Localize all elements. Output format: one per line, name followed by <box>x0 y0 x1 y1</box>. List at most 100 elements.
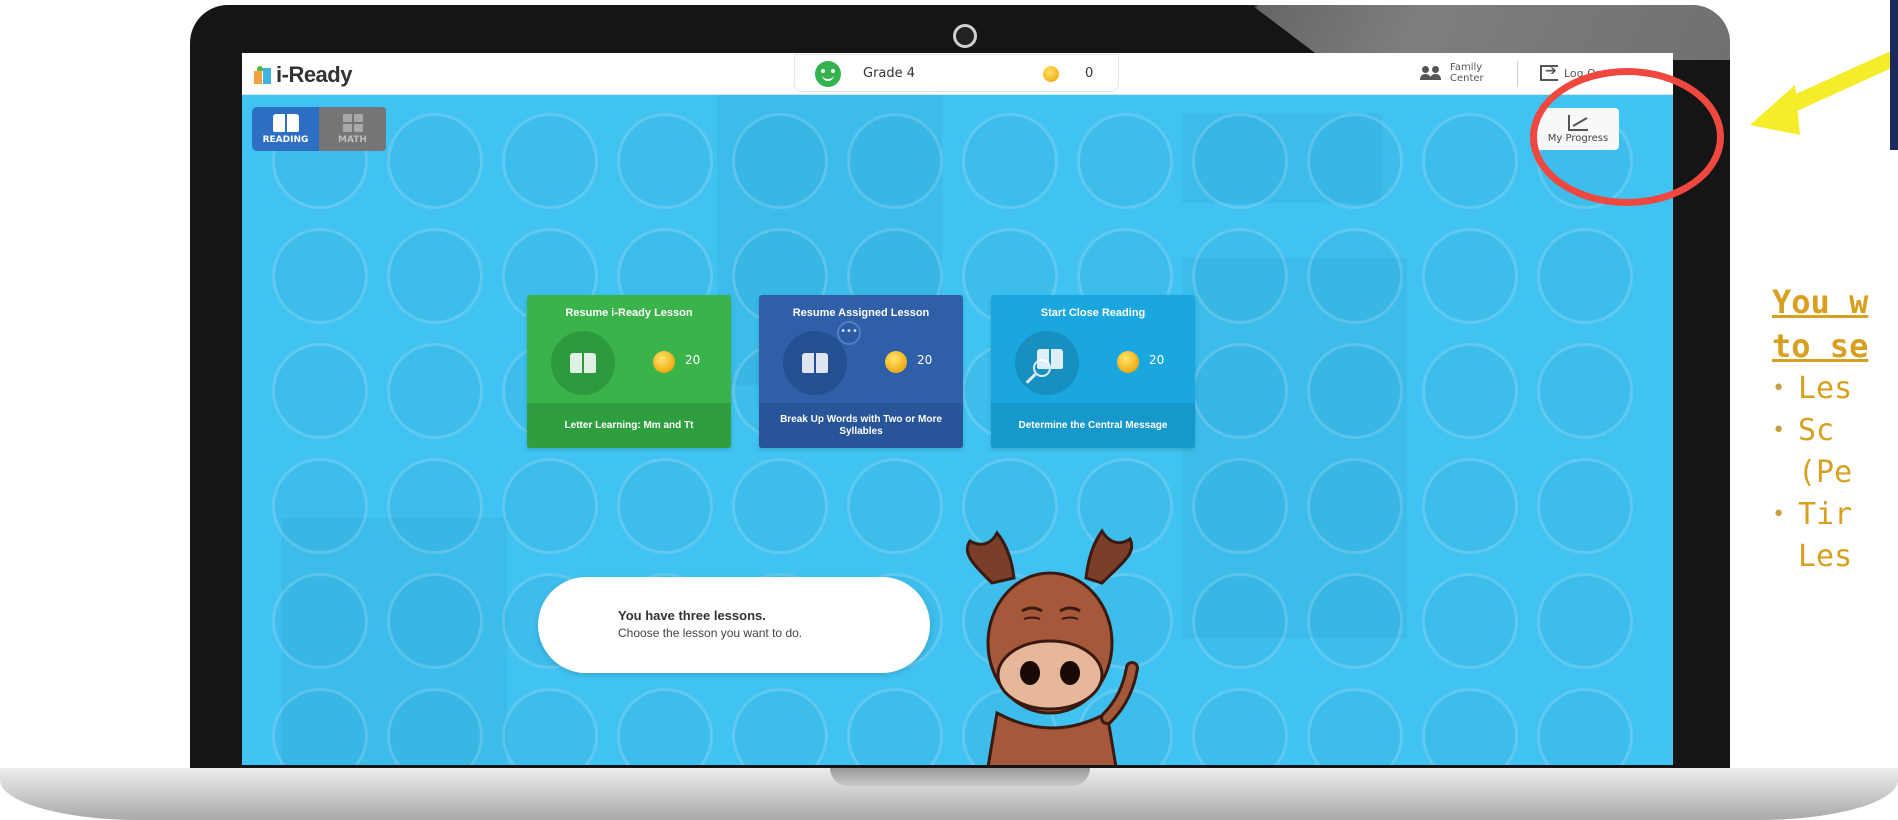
note-bullet: Sc (Pe <box>1772 410 1898 494</box>
grid-icon <box>342 113 363 132</box>
tab-reading-label: READING <box>262 134 309 145</box>
family-icon <box>1420 66 1444 80</box>
family-center-button[interactable]: Family Center <box>1420 62 1484 84</box>
iready-logo-icon <box>254 66 272 84</box>
lesson-card-title: Resume Assigned Lesson <box>792 307 930 319</box>
bg-circle <box>1192 458 1288 554</box>
bg-circle <box>387 113 483 209</box>
bg-circle <box>1192 688 1288 765</box>
bg-circle <box>502 113 598 209</box>
coin-icon <box>653 351 675 373</box>
laptop-notch <box>830 768 1090 786</box>
lesson-card-close-reading[interactable]: Start Close Reading 20 Determine the Cen… <box>991 295 1195 448</box>
bg-circle <box>847 458 943 554</box>
brand-name: i-Ready <box>276 62 352 87</box>
bg-circle <box>387 343 483 439</box>
bg-circle <box>1537 688 1633 765</box>
bg-circle <box>1537 458 1633 554</box>
family-center-label: Family Center <box>1450 62 1484 84</box>
note-title-line2: to se <box>1772 327 1869 365</box>
lesson-icon-circle: ••• <box>783 321 861 395</box>
lesson-reward: 20 <box>685 353 701 367</box>
subject-switch: READING MATH <box>252 107 387 151</box>
bg-circle <box>1537 573 1633 669</box>
note-bullet-text-cont: Les <box>1798 539 1853 574</box>
book-icon <box>272 113 299 132</box>
bg-circle <box>617 458 713 554</box>
lesson-card-iready[interactable]: Resume i-Ready Lesson 20 Letter Learning… <box>527 295 731 448</box>
bg-circle <box>1307 343 1403 439</box>
coin-icon <box>1117 351 1139 373</box>
coin-count: 0 <box>1085 66 1094 81</box>
camera-icon <box>953 24 977 48</box>
lesson-card-title: Start Close Reading <box>1040 307 1146 319</box>
bg-circle <box>617 113 713 209</box>
magnify-icon <box>1033 359 1051 377</box>
lesson-card-assigned[interactable]: Resume Assigned Lesson ••• 20 Break Up W… <box>759 295 963 448</box>
lesson-icon-circle <box>551 331 615 395</box>
bg-circle <box>1537 228 1633 324</box>
coin-icon <box>885 351 907 373</box>
bg-circle <box>732 458 828 554</box>
bg-circle <box>387 228 483 324</box>
bg-circle <box>272 573 368 669</box>
tab-reading[interactable]: READING <box>252 107 319 151</box>
bg-circle <box>1192 573 1288 669</box>
bg-circle <box>387 573 483 669</box>
grade-label: Grade 4 <box>863 66 916 81</box>
note-bullet-text-cont: (Pe <box>1798 455 1853 490</box>
note-bullet-text: Tir <box>1798 497 1853 532</box>
bg-circle <box>1422 688 1518 765</box>
lesson-reward: 20 <box>917 353 933 367</box>
bg-circle <box>1422 573 1518 669</box>
coin-icon <box>1043 66 1059 82</box>
bg-circle <box>272 458 368 554</box>
annotation-note: You w to se Les Sc (Pe Tir Les <box>1772 280 1898 578</box>
bg-circle <box>617 688 713 765</box>
laptop-lid: i-Ready Grade 4 0 Family Center ➔ Log Ou… <box>190 5 1730 775</box>
bg-circle <box>1307 458 1403 554</box>
note-bullet: Les <box>1772 368 1898 410</box>
bg-circle <box>387 458 483 554</box>
bg-circle <box>1422 458 1518 554</box>
bg-circle <box>847 688 943 765</box>
lid-glare <box>1251 5 1730 60</box>
top-bar: i-Ready Grade 4 0 Family Center ➔ Log Ou… <box>242 53 1673 95</box>
tab-math[interactable]: MATH <box>319 107 386 151</box>
speech-body: Choose the lesson you want to do. <box>618 626 803 640</box>
tab-math-label: MATH <box>338 134 367 145</box>
corner-accent <box>1890 0 1898 150</box>
bg-circle <box>502 688 598 765</box>
lesson-icon-circle <box>1015 331 1079 395</box>
bg-circle <box>1192 228 1288 324</box>
speech-title: You have three lessons. <box>618 608 766 623</box>
note-title-line1: You w <box>1772 283 1869 321</box>
slide: i-Ready Grade 4 0 Family Center ➔ Log Ou… <box>0 0 1898 820</box>
lesson-name: Letter Learning: Mm and Tt <box>527 403 731 448</box>
divider <box>1517 61 1518 87</box>
moose-mascot <box>965 528 1139 765</box>
bg-circle <box>732 688 828 765</box>
bg-circle <box>1422 343 1518 439</box>
bg-circle <box>1537 343 1633 439</box>
note-bullet-text: Les <box>1798 371 1853 406</box>
lesson-name: Determine the Central Message <box>991 403 1195 448</box>
speech-bubble: You have three lessons. Choose the lesso… <box>538 577 930 673</box>
lesson-name: Break Up Words with Two or More Syllable… <box>759 403 963 448</box>
family-label-line1: Family <box>1450 62 1483 73</box>
bg-circle <box>1422 228 1518 324</box>
iready-logo: i-Ready <box>254 62 352 88</box>
bg-circle <box>1077 113 1173 209</box>
bg-circle <box>1422 113 1518 209</box>
bg-circle <box>1307 573 1403 669</box>
bg-circle <box>1307 228 1403 324</box>
logout-icon <box>1540 63 1558 81</box>
grade-indicator: Grade 4 0 <box>794 54 1119 92</box>
lesson-reward: 20 <box>1149 353 1165 367</box>
bg-circle <box>1192 343 1288 439</box>
chat-bubble-icon: ••• <box>837 321 861 345</box>
bg-circle <box>1307 688 1403 765</box>
bg-circle <box>732 113 828 209</box>
arrow-icon <box>1750 52 1898 135</box>
book-icon <box>802 353 828 373</box>
